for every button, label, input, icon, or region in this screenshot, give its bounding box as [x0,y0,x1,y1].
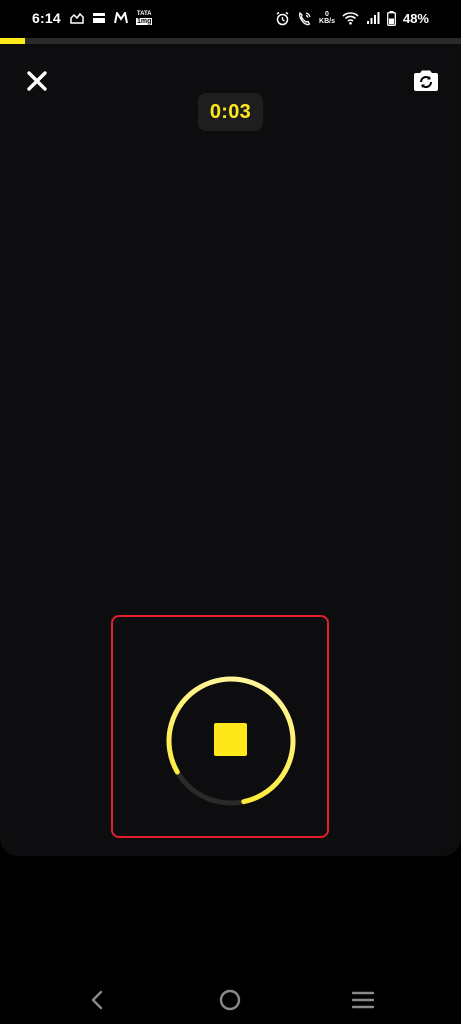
nav-back-button[interactable] [83,986,111,1014]
tata-1mg-icon: TATA 1mg [136,11,153,25]
home-icon [219,989,241,1011]
card-app-icon [93,13,105,23]
close-button[interactable] [22,66,52,96]
nav-menu-button[interactable] [349,986,377,1014]
alarm-icon [276,11,289,25]
recording-timer-text: 0:03 [209,100,252,123]
flip-camera-button[interactable] [410,66,442,96]
recording-timer: 0:03 [198,93,263,131]
navigation-bar [0,970,461,1024]
net-speed-unit: KB/s [319,18,335,25]
battery-percent: 48% [402,10,429,26]
close-icon [27,71,47,91]
chart-app-icon [70,12,84,24]
nav-home-button[interactable] [216,986,244,1014]
status-bar: 6:14 TATA 1mg 0 KB/s 48% [0,0,461,38]
status-notification-icons: TATA 1mg [70,10,153,26]
tata-label: TATA [136,11,152,17]
stop-icon [214,723,247,756]
wifi-call-icon [299,11,311,25]
status-time: 6:14 [32,10,61,26]
menu-icon [351,991,375,1009]
net-speed: 0 KB/s [319,11,335,25]
battery-icon [387,10,396,26]
net-speed-value: 0 [325,11,329,18]
wifi-icon [342,12,359,25]
1mg-label: 1mg [136,18,153,25]
signal-icon [366,12,380,24]
status-system-icons: 0 KB/s 48% [275,9,429,27]
back-icon [91,990,103,1010]
myntra-icon [114,12,128,24]
flip-camera-icon [414,70,438,91]
stop-recording-button[interactable] [214,723,247,756]
